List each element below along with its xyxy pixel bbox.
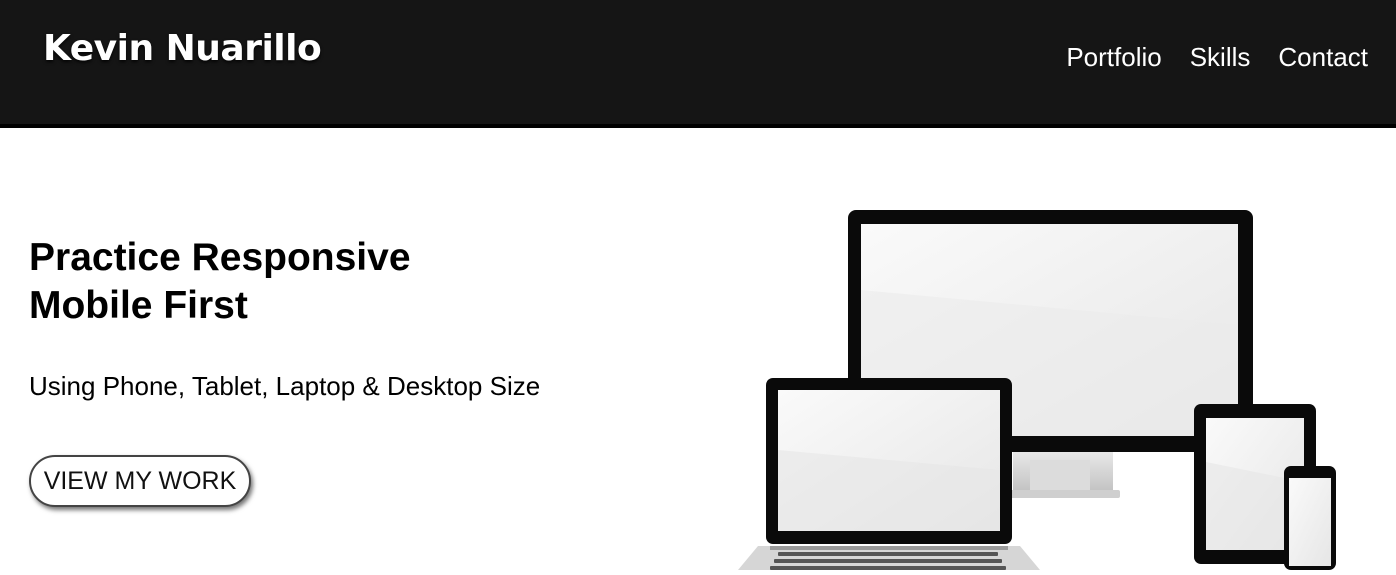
responsive-devices-illustration-icon (738, 210, 1336, 570)
nav-link-skills[interactable]: Skills (1190, 42, 1251, 73)
nav-link-portfolio[interactable]: Portfolio (1066, 42, 1161, 73)
nav-link-contact[interactable]: Contact (1278, 42, 1368, 73)
hero-subtitle: Using Phone, Tablet, Laptop & Desktop Si… (29, 371, 541, 401)
devices-image (730, 200, 1350, 570)
hero-title-line-2: Mobile First (29, 284, 248, 327)
hero-title: Practice Responsive Mobile First (29, 234, 669, 330)
view-my-work-button[interactable]: VIEW MY WORK (29, 455, 251, 507)
site-header: Kevin Nuarillo Portfolio Skills Contact (0, 0, 1396, 128)
hero-section: Practice Responsive Mobile First Using P… (29, 234, 669, 402)
site-logo[interactable]: Kevin Nuarillo (43, 28, 322, 69)
main-nav: Portfolio Skills Contact (1066, 42, 1368, 73)
hero-title-line-1: Practice Responsive (29, 236, 411, 279)
